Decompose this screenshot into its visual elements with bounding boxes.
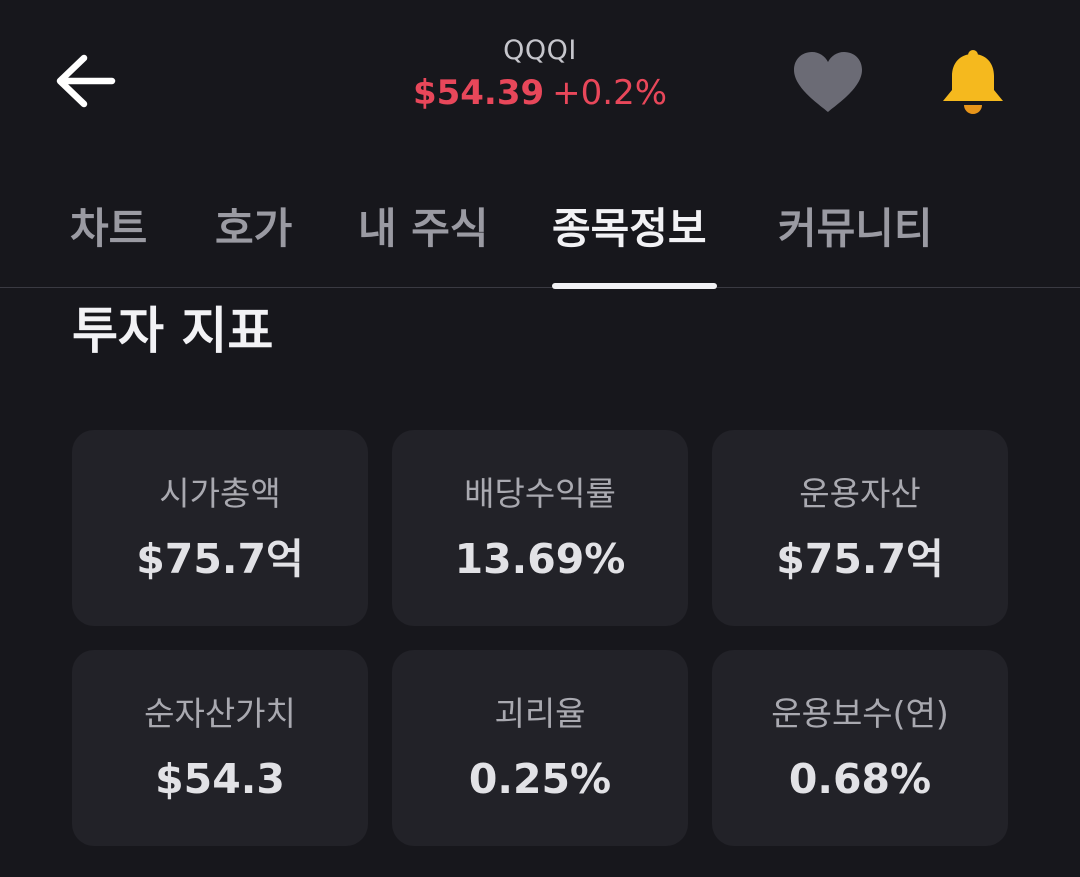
metric-label: 괴리율 — [494, 694, 586, 733]
metric-card-nav[interactable]: 순자산가치 $54.3 — [72, 650, 368, 846]
metric-label: 배당수익률 — [464, 474, 616, 513]
metric-card-aum[interactable]: 운용자산 $75.7억 — [712, 430, 1008, 626]
top-bar: QQQI $54.39 +0.2% — [0, 0, 1080, 160]
metric-value: $75.7억 — [776, 535, 944, 583]
ticker-symbol: QQQI — [503, 35, 577, 66]
metric-label: 운용자산 — [799, 474, 921, 513]
metric-value: 0.25% — [468, 755, 612, 803]
current-price: $54.39 — [412, 73, 545, 113]
tab-community[interactable]: 커뮤니티 — [778, 194, 933, 264]
metric-label: 시가총액 — [159, 474, 281, 513]
metric-label: 순자산가치 — [144, 694, 296, 733]
tab-chart[interactable]: 차트 — [70, 194, 147, 264]
metric-value: $54.3 — [155, 755, 285, 803]
arrow-left-icon — [56, 54, 116, 108]
tab-my-stock[interactable]: 내 주식 — [358, 194, 489, 264]
stock-info-screen: QQQI $54.39 +0.2% 차트 호가 내 주식 종목정보 커뮤니티 투자… — [0, 0, 1080, 877]
metric-value: $75.7억 — [136, 535, 304, 583]
back-button[interactable] — [52, 50, 118, 112]
price-change: +0.2% — [552, 73, 668, 113]
heart-icon — [794, 52, 862, 112]
favorite-button[interactable] — [790, 50, 866, 116]
alert-button[interactable] — [938, 48, 1008, 118]
tab-orderbook[interactable]: 호가 — [215, 194, 292, 264]
active-tab-indicator — [552, 283, 717, 289]
metric-card-premium-discount[interactable]: 괴리율 0.25% — [392, 650, 688, 846]
tab-stock-info[interactable]: 종목정보 — [552, 194, 707, 264]
section-title: 투자 지표 — [72, 302, 274, 360]
tab-bar: 차트 호가 내 주식 종목정보 커뮤니티 — [0, 180, 1080, 289]
ticker-summary: QQQI $54.39 +0.2% — [340, 32, 740, 116]
metric-value: 13.69% — [454, 535, 626, 583]
metric-card-dividend-yield[interactable]: 배당수익률 13.69% — [392, 430, 688, 626]
metric-label: 운용보수(연) — [771, 694, 949, 733]
metric-card-market-cap[interactable]: 시가총액 $75.7억 — [72, 430, 368, 626]
price-line: $54.39 +0.2% — [340, 70, 740, 116]
metric-card-expense-ratio[interactable]: 운용보수(연) 0.68% — [712, 650, 1008, 846]
bell-icon — [943, 50, 1003, 114]
metric-value: 0.68% — [788, 755, 932, 803]
